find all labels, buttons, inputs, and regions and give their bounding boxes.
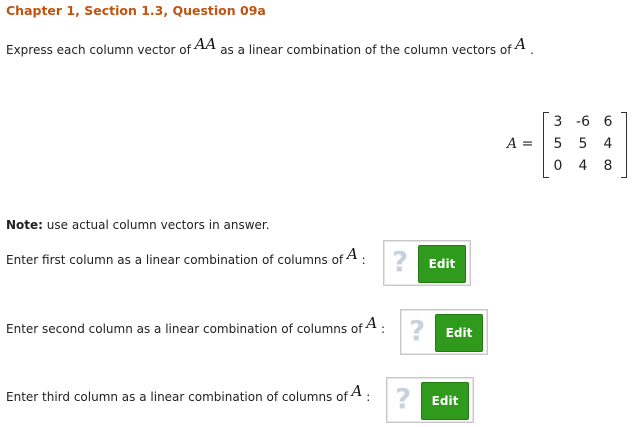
matrix-lhs: A = — [507, 136, 534, 152]
question-mark-icon: ? — [392, 245, 409, 278]
question-mark-icon: ? — [395, 382, 412, 415]
matrix-right-bracket — [621, 112, 627, 178]
note-label: Note: — [6, 218, 43, 232]
question-statement: Express each column vector of AA as a li… — [6, 35, 534, 58]
note: Note: use actual column vectors in answe… — [6, 218, 270, 232]
math-a: A — [346, 245, 358, 263]
edit-button[interactable]: Edit — [421, 382, 469, 420]
question-text-middle: as a linear combination of the column ve… — [220, 43, 512, 57]
math-aa: AA — [194, 35, 217, 53]
question-text-end: . — [529, 43, 534, 57]
math-a: A — [366, 314, 378, 332]
prompt-text: Enter second column as a linear combinat… — [6, 322, 363, 336]
matrix-cell: 6 — [603, 114, 613, 130]
question-mark-icon: ? — [409, 314, 426, 347]
matrix-cell: 5 — [553, 136, 563, 152]
prompt-colon: : — [361, 253, 366, 267]
matrix-cell: 8 — [603, 158, 613, 174]
matrix-cell: 0 — [553, 158, 563, 174]
math-a: A — [515, 35, 527, 53]
prompt-third-column: Enter third column as a linear combinati… — [6, 382, 371, 405]
prompt-colon: : — [366, 390, 371, 404]
answer-box-third[interactable]: ? Edit — [386, 377, 474, 423]
prompt-text: Enter third column as a linear combinati… — [6, 390, 348, 404]
matrix-a: A = 3 -6 6 5 5 4 0 4 8 — [507, 112, 629, 178]
prompt-first-column: Enter first column as a linear combinati… — [6, 245, 366, 268]
matrix-cell: 4 — [578, 158, 588, 174]
matrix-cell: 3 — [553, 114, 563, 130]
prompt-colon: : — [381, 322, 386, 336]
edit-button[interactable]: Edit — [418, 245, 466, 283]
matrix-cell: 4 — [603, 136, 613, 152]
answer-box-second[interactable]: ? Edit — [400, 309, 488, 355]
note-text: use actual column vectors in answer. — [46, 218, 270, 232]
prompt-second-column: Enter second column as a linear combinat… — [6, 314, 386, 337]
math-a: A — [351, 382, 363, 400]
matrix-cell: -6 — [576, 114, 590, 130]
question-title: Chapter 1, Section 1.3, Question 09a — [6, 3, 266, 18]
matrix-cell: 5 — [578, 136, 588, 152]
question-text-before: Express each column vector of — [6, 43, 191, 57]
answer-box-first[interactable]: ? Edit — [383, 240, 471, 286]
edit-button[interactable]: Edit — [435, 314, 483, 352]
prompt-text: Enter first column as a linear combinati… — [6, 253, 344, 267]
